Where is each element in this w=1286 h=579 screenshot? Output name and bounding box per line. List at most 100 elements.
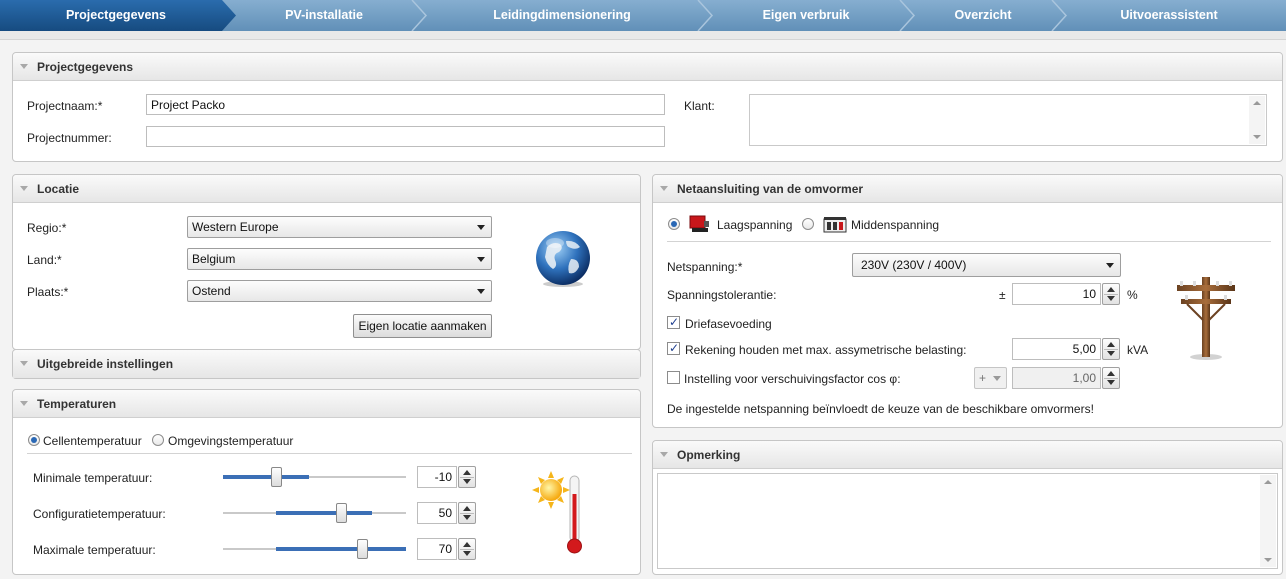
voltage-value: 230V (230V / 400V) — [861, 258, 967, 272]
chevron-down-icon — [477, 225, 485, 230]
voltage-select[interactable]: 230V (230V / 400V) — [852, 253, 1121, 277]
cosphi-checkbox[interactable] — [667, 371, 680, 384]
cell-temp-label[interactable]: Cellentemperatuur — [43, 434, 142, 448]
tab-overzicht[interactable]: Overzicht — [914, 0, 1052, 31]
remark-scrollbar[interactable] — [1260, 475, 1276, 567]
tab-uitvoerassistent[interactable]: Uitvoerassistent — [1066, 0, 1272, 31]
config-temp-label: Configuratietemperatuur: — [33, 507, 166, 521]
medium-voltage-radio[interactable] — [802, 218, 814, 230]
tolerance-label: Spanningstolerantie: — [667, 288, 777, 302]
low-voltage-icon — [689, 215, 709, 232]
collapse-icon — [20, 361, 28, 366]
place-select[interactable]: Ostend — [187, 280, 492, 302]
temperature-panel-header[interactable]: Temperaturen — [13, 390, 640, 418]
region-value: Western Europe — [192, 220, 279, 234]
tab-projectgegevens[interactable]: Projectgegevens — [0, 0, 232, 31]
project-name-input[interactable] — [146, 94, 665, 115]
config-temp-input[interactable]: 50 — [417, 502, 457, 524]
low-voltage-radio[interactable] — [668, 218, 680, 230]
utility-pole-icon — [1177, 277, 1235, 360]
project-panel-header[interactable]: Projectgegevens — [13, 53, 1282, 81]
spin-up-icon[interactable] — [463, 506, 471, 511]
chevron-down-icon — [477, 257, 485, 262]
divider — [667, 241, 1271, 242]
three-phase-checkbox[interactable] — [667, 315, 680, 329]
location-panel: Locatie Regio:* Western Europe Land:* Be… — [12, 174, 641, 350]
cosphi-sign-select[interactable]: + — [974, 367, 1007, 389]
grid-panel-header[interactable]: Netaansluiting van de omvormer — [653, 175, 1282, 203]
min-temp-input[interactable]: -10 — [417, 466, 457, 488]
wizard-bar: Projectgegevens PV-installatie Leidingdi… — [0, 0, 1286, 31]
location-panel-header[interactable]: Locatie — [13, 175, 640, 203]
spin-down-icon[interactable] — [1107, 296, 1115, 301]
tolerance-unit: % — [1127, 288, 1138, 302]
create-location-button[interactable]: Eigen locatie aanmaken — [353, 314, 492, 338]
min-temp-spinner[interactable] — [458, 466, 476, 488]
tolerance-input[interactable]: 10 — [1012, 283, 1101, 305]
tolerance-spinner[interactable] — [1102, 283, 1120, 305]
chevron-down-icon — [1106, 263, 1114, 268]
spin-down-icon[interactable] — [463, 479, 471, 484]
panel-title: Netaansluiting van de omvormer — [677, 182, 864, 196]
asymmetric-label[interactable]: Rekening houden met max. assymetrische b… — [685, 343, 966, 357]
max-temp-input[interactable]: 70 — [417, 538, 457, 560]
country-select[interactable]: Belgium — [187, 248, 492, 270]
place-label: Plaats:* — [27, 285, 69, 299]
asymmetric-input[interactable]: 5,00 — [1012, 338, 1101, 360]
tolerance-prefix: ± — [999, 288, 1006, 302]
tab-leidingdimensionering[interactable]: Leidingdimensionering — [426, 0, 698, 31]
cosphi-spinner[interactable] — [1102, 367, 1120, 389]
min-temp-slider[interactable] — [223, 466, 406, 488]
chevron-down-icon — [477, 289, 485, 294]
spin-down-icon[interactable] — [1107, 351, 1115, 356]
collapse-icon — [20, 186, 28, 191]
config-temp-slider[interactable] — [223, 502, 406, 524]
remark-panel-header[interactable]: Opmerking — [653, 441, 1282, 469]
remark-textarea[interactable] — [657, 473, 1278, 569]
spin-down-icon[interactable] — [463, 551, 471, 556]
project-number-input[interactable] — [146, 126, 665, 147]
collapse-icon — [660, 186, 668, 191]
cosphi-input[interactable]: 1,00 — [1012, 367, 1101, 389]
advanced-panel-header[interactable]: Uitgebreide instellingen — [13, 350, 640, 378]
client-label: Klant: — [684, 99, 715, 113]
slider-thumb[interactable] — [271, 467, 282, 487]
tab-eigen-verbruik[interactable]: Eigen verbruik — [712, 0, 900, 31]
grid-connection-panel: Netaansluiting van de omvormer Laagspann… — [652, 174, 1283, 428]
asymmetric-spinner[interactable] — [1102, 338, 1120, 360]
collapse-icon — [20, 64, 28, 69]
tab-pv-installatie[interactable]: PV-installatie — [236, 0, 412, 31]
slider-thumb[interactable] — [357, 539, 368, 559]
ambient-temp-radio[interactable] — [152, 434, 164, 446]
voltage-label: Netspanning:* — [667, 260, 743, 274]
region-label: Regio:* — [27, 221, 67, 235]
max-temp-spinner[interactable] — [458, 538, 476, 560]
low-voltage-label[interactable]: Laagspanning — [717, 218, 792, 232]
region-select[interactable]: Western Europe — [187, 216, 492, 238]
three-phase-label[interactable]: Driefasevoeding — [685, 317, 772, 331]
country-value: Belgium — [192, 252, 236, 266]
country-label: Land:* — [27, 253, 62, 267]
client-textarea[interactable] — [749, 94, 1267, 146]
panel-title: Opmerking — [677, 448, 741, 462]
slider-thumb[interactable] — [336, 503, 347, 523]
max-temp-slider[interactable] — [223, 538, 406, 560]
remark-panel: Opmerking — [652, 440, 1283, 575]
place-value: Ostend — [192, 284, 231, 298]
advanced-panel: Uitgebreide instellingen — [12, 349, 641, 379]
spin-up-icon[interactable] — [1107, 371, 1115, 376]
spin-up-icon[interactable] — [1107, 287, 1115, 292]
medium-voltage-label[interactable]: Middenspanning — [851, 218, 939, 232]
asymmetric-checkbox[interactable] — [667, 341, 680, 355]
spin-up-icon[interactable] — [1107, 342, 1115, 347]
cell-temp-radio[interactable] — [28, 434, 40, 446]
chevron-down-icon — [993, 376, 1001, 381]
ambient-temp-label[interactable]: Omgevingstemperatuur — [168, 434, 293, 448]
cosphi-label[interactable]: Instelling voor verschuivingsfactor cos … — [684, 372, 901, 386]
spin-up-icon[interactable] — [463, 470, 471, 475]
spin-down-icon[interactable] — [1107, 380, 1115, 385]
client-scrollbar[interactable] — [1249, 96, 1265, 144]
config-temp-spinner[interactable] — [458, 502, 476, 524]
spin-up-icon[interactable] — [463, 542, 471, 547]
spin-down-icon[interactable] — [463, 515, 471, 520]
